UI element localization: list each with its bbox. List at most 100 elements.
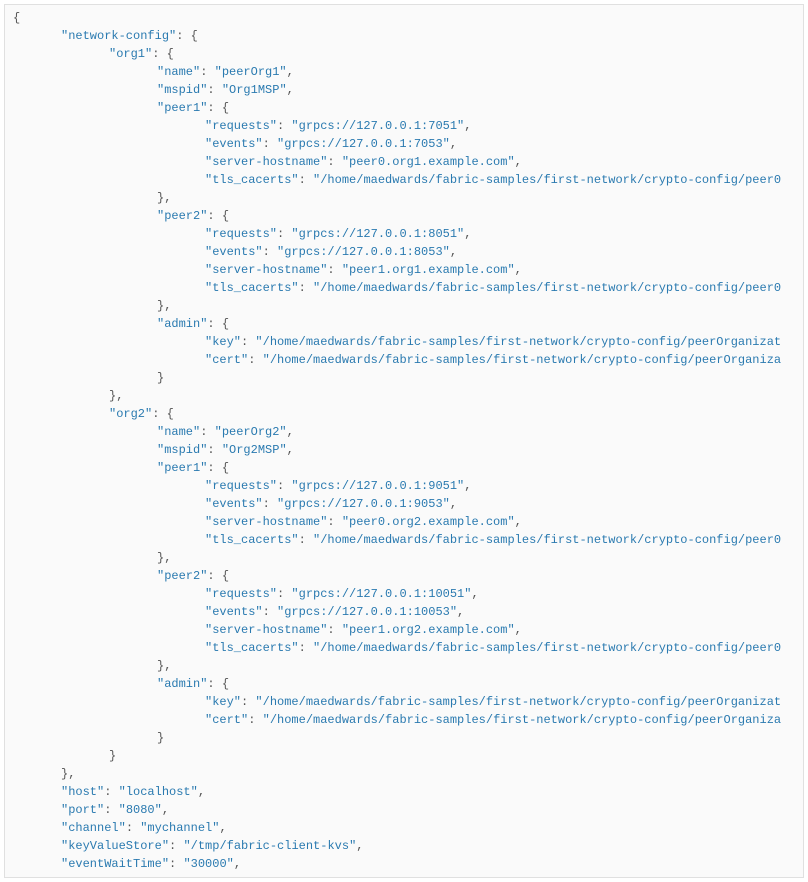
colon: : xyxy=(327,155,341,169)
json-key: "tls_cacerts" xyxy=(205,173,299,187)
comma: , xyxy=(464,227,471,241)
colon: : xyxy=(327,263,341,277)
punctuation: : { xyxy=(152,407,174,421)
json-value: "grpcs://127.0.0.1:9053" xyxy=(277,497,450,511)
json-key: "mspid" xyxy=(157,83,207,97)
punctuation: : { xyxy=(207,677,229,691)
comma: , xyxy=(471,587,478,601)
comma: , xyxy=(198,785,205,799)
json-value: "localhost" xyxy=(119,785,198,799)
json-value: "grpcs://127.0.0.1:7051" xyxy=(291,119,464,133)
json-value: "30000" xyxy=(183,857,233,871)
json-value: "grpcs://127.0.0.1:10053" xyxy=(277,605,457,619)
json-value: "peer0.org1.example.com" xyxy=(342,155,515,169)
code-line: "org2": { xyxy=(13,405,795,423)
colon: : xyxy=(263,245,277,259)
colon: : xyxy=(277,479,291,493)
json-key: "network-config" xyxy=(61,29,176,43)
comma: , xyxy=(450,245,457,259)
code-line: "cert": "/home/maedwards/fabric-samples/… xyxy=(13,711,795,729)
colon: : xyxy=(104,785,118,799)
comma: , xyxy=(450,137,457,151)
colon: : xyxy=(277,227,291,241)
punctuation: : { xyxy=(207,101,229,115)
json-key: "keyValueStore" xyxy=(61,839,169,853)
json-value: "grpcs://127.0.0.1:7053" xyxy=(277,137,450,151)
json-key: "tls_cacerts" xyxy=(205,641,299,655)
json-key: "requests" xyxy=(205,587,277,601)
json-key: "server-hostname" xyxy=(205,263,327,277)
code-line: "keyValueStore": "/tmp/fabric-client-kvs… xyxy=(13,837,795,855)
code-line: "peer1": { xyxy=(13,99,795,117)
json-key: "name" xyxy=(157,65,200,79)
punctuation: : { xyxy=(152,47,174,61)
json-value: "/home/maedwards/fabric-samples/first-ne… xyxy=(313,173,781,187)
punctuation: : { xyxy=(176,29,198,43)
code-line: "eventWaitTime": "30000", xyxy=(13,855,795,873)
code-line: "server-hostname": "peer1.org2.example.c… xyxy=(13,621,795,639)
json-value: "8080" xyxy=(119,803,162,817)
punctuation: }, xyxy=(157,299,171,313)
colon: : xyxy=(241,695,255,709)
code-line: "events": "grpcs://127.0.0.1:9053", xyxy=(13,495,795,513)
json-value: "peer0.org2.example.com" xyxy=(342,515,515,529)
code-line: "requests": "grpcs://127.0.0.1:9051", xyxy=(13,477,795,495)
json-value: "/tmp/fabric-client-kvs" xyxy=(183,839,356,853)
punctuation: }, xyxy=(157,191,171,205)
code-line: "requests": "grpcs://127.0.0.1:7051", xyxy=(13,117,795,135)
punctuation: } xyxy=(157,731,164,745)
json-key: "server-hostname" xyxy=(205,515,327,529)
colon: : xyxy=(169,839,183,853)
comma: , xyxy=(457,605,464,619)
code-line: "cert": "/home/maedwards/fabric-samples/… xyxy=(13,351,795,369)
json-key: "mspid" xyxy=(157,443,207,457)
code-line: "events": "grpcs://127.0.0.1:7053", xyxy=(13,135,795,153)
comma: , xyxy=(162,803,169,817)
json-value: "peer1.org1.example.com" xyxy=(342,263,515,277)
json-key: "peer2" xyxy=(157,569,207,583)
json-key: "channel" xyxy=(61,821,126,835)
json-key: "org2" xyxy=(109,407,152,421)
code-line: }, xyxy=(13,549,795,567)
json-value: "grpcs://127.0.0.1:10051" xyxy=(291,587,471,601)
code-line: "org1": { xyxy=(13,45,795,63)
json-value: "peerOrg1" xyxy=(215,65,287,79)
code-line: "events": "grpcs://127.0.0.1:10053", xyxy=(13,603,795,621)
colon: : xyxy=(126,821,140,835)
json-value: "peerOrg2" xyxy=(215,425,287,439)
code-line: "port": "8080", xyxy=(13,801,795,819)
punctuation: : { xyxy=(207,317,229,331)
code-line: "mspid": "Org1MSP", xyxy=(13,81,795,99)
comma: , xyxy=(356,839,363,853)
json-value: "/home/maedwards/fabric-samples/first-ne… xyxy=(313,281,781,295)
punctuation: }, xyxy=(157,659,171,673)
code-line: "tls_cacerts": "/home/maedwards/fabric-s… xyxy=(13,171,795,189)
code-line: "server-hostname": "peer1.org1.example.c… xyxy=(13,261,795,279)
json-key: "eventWaitTime" xyxy=(61,857,169,871)
colon: : xyxy=(169,857,183,871)
json-value: "/home/maedwards/fabric-samples/first-ne… xyxy=(255,695,781,709)
code-line: { xyxy=(13,9,795,27)
colon: : xyxy=(241,335,255,349)
comma: , xyxy=(234,857,241,871)
code-line: } xyxy=(13,369,795,387)
colon: : xyxy=(263,605,277,619)
json-value: "/home/maedwards/fabric-samples/first-ne… xyxy=(255,335,781,349)
code-line: "tls_cacerts": "/home/maedwards/fabric-s… xyxy=(13,531,795,549)
json-value: "/home/maedwards/fabric-samples/first-ne… xyxy=(313,641,781,655)
comma: , xyxy=(464,479,471,493)
colon: : xyxy=(263,137,277,151)
punctuation: { xyxy=(13,11,20,25)
json-key: "cert" xyxy=(205,353,248,367)
punctuation: }, xyxy=(157,551,171,565)
code-line: "admin": { xyxy=(13,315,795,333)
json-value: "mychannel" xyxy=(140,821,219,835)
json-key: "host" xyxy=(61,785,104,799)
code-line: "key": "/home/maedwards/fabric-samples/f… xyxy=(13,693,795,711)
code-line: } xyxy=(13,747,795,765)
punctuation: : { xyxy=(207,461,229,475)
punctuation: }, xyxy=(109,389,123,403)
json-key: "requests" xyxy=(205,227,277,241)
code-line: "peer2": { xyxy=(13,207,795,225)
comma: , xyxy=(450,497,457,511)
